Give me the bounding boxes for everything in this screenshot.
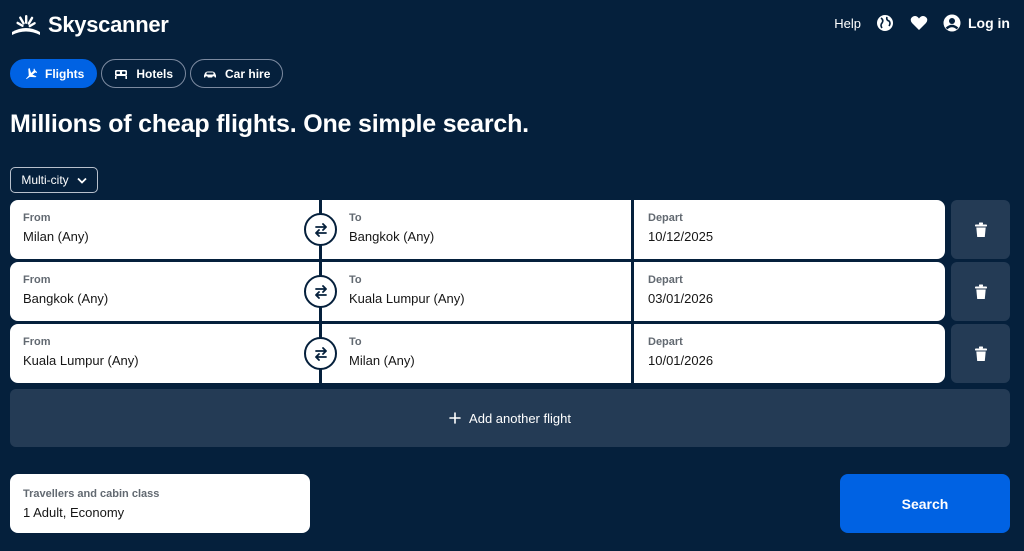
depart-label: Depart [648, 274, 683, 286]
delete-leg-button[interactable] [951, 324, 1010, 383]
globe-icon[interactable] [875, 13, 895, 33]
depart-value: 10/01/2026 [648, 353, 714, 368]
swap-arrows-icon [314, 284, 327, 299]
flight-leg: From Bangkok (Any) To Kuala Lumpur (Any)… [10, 262, 1010, 321]
from-value: Bangkok (Any) [23, 291, 109, 306]
trash-icon [974, 284, 987, 299]
add-another-flight-button[interactable]: Add another flight [10, 389, 1010, 447]
swap-arrows-icon [314, 222, 327, 237]
trash-icon [974, 346, 987, 361]
flight-leg: From Kuala Lumpur (Any) To Milan (Any) D… [10, 324, 1010, 383]
travellers-cabin-field[interactable]: Travellers and cabin class 1 Adult, Econ… [10, 474, 310, 533]
header-actions: Help Log in [834, 13, 1010, 33]
delete-leg-button[interactable] [951, 262, 1010, 321]
add-flight-label: Add another flight [469, 410, 571, 426]
bed-icon [115, 69, 128, 79]
to-field[interactable]: To Kuala Lumpur (Any) [322, 262, 631, 321]
from-value: Milan (Any) [23, 229, 89, 244]
plus-icon [449, 412, 461, 424]
search-button[interactable]: Search [840, 474, 1010, 533]
product-tabs: Flights Hotels Car hire [10, 59, 284, 88]
to-label: To [349, 274, 362, 286]
heart-icon[interactable] [909, 13, 929, 33]
login-label: Log in [968, 15, 1010, 31]
from-label: From [23, 336, 51, 348]
from-label: From [23, 212, 51, 224]
skyscanner-page: Skyscanner Help Log in Flights Hotels Ca… [0, 0, 1024, 551]
swap-arrows-icon [314, 346, 327, 361]
swap-button[interactable] [304, 337, 337, 370]
depart-field[interactable]: Depart 10/01/2026 [634, 324, 945, 383]
tab-hotels[interactable]: Hotels [101, 59, 187, 88]
plane-icon [26, 67, 37, 79]
tab-label: Hotels [136, 66, 174, 81]
to-value: Bangkok (Any) [349, 229, 435, 244]
to-field[interactable]: To Bangkok (Any) [322, 200, 631, 259]
from-value: Kuala Lumpur (Any) [23, 353, 139, 368]
tab-flights[interactable]: Flights [10, 59, 98, 88]
chevron-down-icon [77, 177, 87, 184]
search-label: Search [901, 495, 949, 512]
from-field[interactable]: From Milan (Any) [10, 200, 319, 259]
from-field[interactable]: From Bangkok (Any) [10, 262, 319, 321]
flight-leg: From Milan (Any) To Bangkok (Any) Depart… [10, 200, 1010, 259]
help-link[interactable]: Help [834, 16, 861, 31]
depart-label: Depart [648, 212, 683, 224]
tab-label: Flights [45, 66, 85, 81]
to-value: Kuala Lumpur (Any) [349, 291, 465, 306]
depart-label: Depart [648, 336, 683, 348]
trash-icon [974, 222, 987, 237]
delete-leg-button[interactable] [951, 200, 1010, 259]
travellers-value: 1 Adult, Economy [23, 505, 125, 520]
trip-type-value: Multi-city [21, 173, 69, 187]
depart-field[interactable]: Depart 03/01/2026 [634, 262, 945, 321]
login-button[interactable]: Log in [943, 14, 1010, 32]
swap-button[interactable] [304, 213, 337, 246]
depart-value: 10/12/2025 [648, 229, 714, 244]
from-field[interactable]: From Kuala Lumpur (Any) [10, 324, 319, 383]
skyscanner-logo[interactable]: Skyscanner [10, 12, 169, 38]
depart-field[interactable]: Depart 10/12/2025 [634, 200, 945, 259]
depart-value: 03/01/2026 [648, 291, 714, 306]
tab-label: Car hire [225, 66, 271, 81]
brand-name: Skyscanner [48, 12, 169, 37]
page-title: Millions of cheap flights. One simple se… [10, 110, 529, 138]
from-label: From [23, 274, 51, 286]
to-field[interactable]: To Milan (Any) [322, 324, 631, 383]
to-label: To [349, 212, 362, 224]
user-icon [943, 14, 961, 32]
sunburst-logo-icon [12, 15, 40, 35]
tab-car-hire[interactable]: Car hire [190, 59, 284, 88]
top-header: Skyscanner Help Log in [0, 0, 1024, 50]
swap-button[interactable] [304, 275, 337, 308]
to-label: To [349, 336, 362, 348]
car-icon [204, 71, 217, 79]
trip-type-select[interactable]: Multi-city [10, 167, 98, 193]
travellers-label: Travellers and cabin class [23, 488, 160, 500]
to-value: Milan (Any) [349, 353, 415, 368]
